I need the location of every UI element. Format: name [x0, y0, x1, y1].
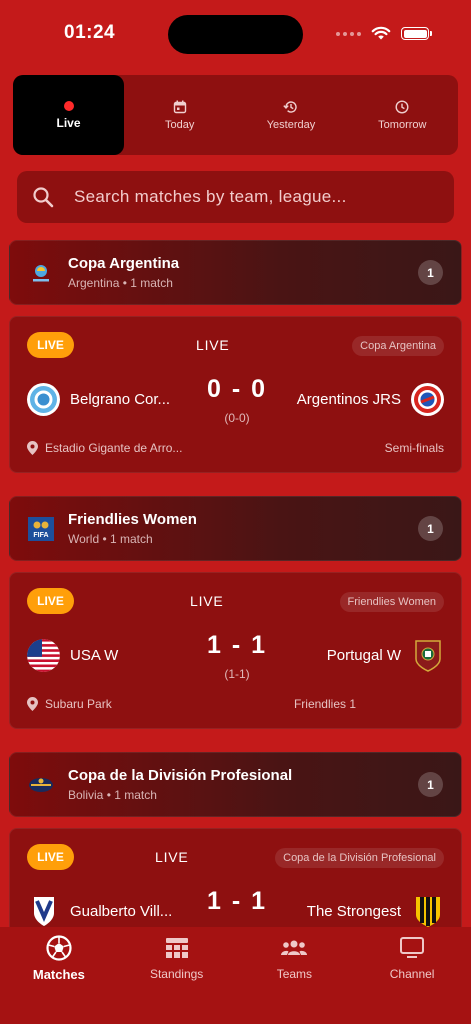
home-team-name: Gualberto Vill...: [70, 903, 173, 920]
cellular-signal-icon: [336, 31, 361, 36]
competition-chip: Copa de la División Profesional: [275, 848, 444, 868]
home-team: Belgrano Cor...: [27, 383, 170, 416]
live-badge: LIVE: [27, 332, 74, 358]
match-round: Semi-finals: [384, 441, 444, 455]
competition-chip: Copa Argentina: [352, 336, 444, 356]
league-name: Friendlies Women: [68, 511, 197, 528]
home-team: Gualberto Vill...: [27, 895, 172, 928]
nav-standings[interactable]: Standings: [118, 927, 236, 1024]
search-input[interactable]: [72, 186, 416, 208]
status-icons: [336, 26, 432, 41]
league-subtitle: Bolivia • 1 match: [68, 788, 157, 802]
away-team: Argentinos JRS: [297, 383, 444, 416]
search-icon: [33, 187, 54, 208]
location-pin-icon: [27, 697, 38, 711]
venue: Estadio Gigante de Arro...: [27, 441, 182, 455]
league-header-copa-argentina[interactable]: Copa Argentina Argentina • 1 match 1: [9, 240, 462, 305]
competition-chip: Friendlies Women: [339, 592, 444, 612]
calendar-icon: [173, 100, 186, 113]
match-score: 1 - 1: [206, 887, 268, 915]
venue: Subaru Park: [27, 697, 112, 711]
bottom-nav: Matches Standings Teams Channel: [0, 927, 471, 1024]
match-status: LIVE: [196, 337, 230, 353]
soccer-ball-icon: [46, 935, 72, 961]
league-logo: [28, 772, 54, 798]
away-team: Portugal W: [327, 639, 444, 672]
team-crest-icon: [411, 383, 444, 416]
tab-today[interactable]: Today: [124, 75, 235, 155]
home-team-name: Belgrano Cor...: [70, 391, 171, 408]
venue-name: Subaru Park: [45, 697, 112, 711]
league-name: Copa de la División Profesional: [68, 767, 293, 784]
nav-label: Channel: [389, 967, 435, 981]
people-icon: [281, 935, 308, 961]
away-team-name: The Strongest: [306, 903, 401, 920]
venue-name: Estadio Gigante de Arro...: [45, 441, 183, 455]
live-badge: LIVE: [27, 588, 74, 614]
match-count-badge: 1: [418, 772, 443, 797]
team-crest-icon: [27, 383, 60, 416]
tab-label: Live: [56, 115, 81, 130]
nav-label: Standings: [149, 967, 204, 981]
dynamic-island: [168, 15, 303, 54]
live-dot-icon: [63, 100, 74, 111]
match-status: LIVE: [190, 593, 224, 609]
tab-label: Today: [164, 118, 195, 131]
match-card[interactable]: LIVE LIVE Copa de la División Profesiona…: [9, 828, 462, 938]
league-header-friendlies-women[interactable]: FIFA Friendlies Women World • 1 match 1: [9, 496, 462, 561]
tab-label: Yesterday: [266, 118, 316, 131]
table-icon: [164, 935, 190, 961]
match-count-badge: 1: [418, 516, 443, 541]
home-team-name: USA W: [70, 647, 119, 664]
team-crest-icon: [411, 639, 444, 672]
tab-label: Tomorrow: [378, 118, 427, 131]
match-card[interactable]: LIVE LIVE Copa Argentina Belgrano Cor...…: [9, 316, 462, 473]
nav-channel[interactable]: Channel: [353, 927, 471, 1024]
battery-icon: [401, 27, 432, 40]
match-round: Friendlies 1: [293, 697, 356, 711]
nav-label: Matches: [32, 967, 85, 982]
league-subtitle: Argentina • 1 match: [68, 276, 173, 290]
league-logo: FIFA: [28, 516, 54, 542]
aggregate-score: (0-0): [224, 411, 250, 425]
match-status: LIVE: [155, 849, 189, 865]
search-bar[interactable]: [17, 171, 454, 223]
nav-matches[interactable]: Matches: [0, 927, 118, 1024]
match-score: 1 - 1: [206, 631, 268, 659]
league-header-copa-division-profesional[interactable]: Copa de la División Profesional Bolivia …: [9, 752, 462, 817]
nav-label: Teams: [276, 967, 313, 981]
home-team: USA W: [27, 639, 118, 672]
away-team: The Strongest: [307, 895, 444, 928]
tv-icon: [399, 935, 425, 961]
wifi-icon: [371, 26, 391, 40]
day-tabs: Live Today Yesterday Tomorrow: [13, 75, 458, 155]
tab-yesterday[interactable]: Yesterday: [235, 75, 346, 155]
aggregate-score: (1-1): [224, 667, 250, 681]
history-icon: [283, 100, 298, 113]
league-subtitle: World • 1 match: [68, 532, 153, 546]
location-pin-icon: [27, 441, 38, 455]
live-badge: LIVE: [27, 844, 74, 870]
nav-teams[interactable]: Teams: [236, 927, 354, 1024]
tab-live[interactable]: Live: [13, 75, 124, 155]
team-crest-icon: [411, 895, 444, 928]
league-name: Copa Argentina: [68, 255, 180, 272]
tab-tomorrow[interactable]: Tomorrow: [347, 75, 458, 155]
status-time: 01:24: [64, 22, 116, 43]
team-crest-icon: [27, 895, 60, 928]
match-score: 0 - 0: [206, 375, 268, 403]
league-logo: [28, 260, 54, 286]
match-card[interactable]: LIVE LIVE Friendlies Women USA W 1 - 1 (…: [9, 572, 462, 729]
away-team-name: Argentinos JRS: [296, 391, 401, 408]
match-count-badge: 1: [418, 260, 443, 285]
usa-flag-icon: [27, 639, 60, 672]
svg-text:FIFA: FIFA: [33, 532, 48, 539]
clock-icon: [395, 99, 409, 114]
away-team-name: Portugal W: [326, 647, 401, 664]
